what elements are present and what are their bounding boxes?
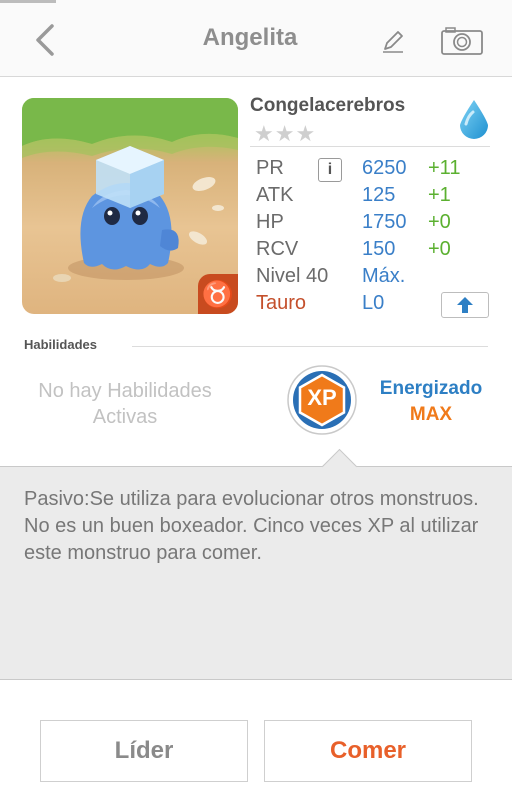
level-up-button[interactable]	[441, 292, 489, 318]
stat-label-hp: HP	[256, 211, 284, 233]
stat-bonus-atk: +1	[428, 184, 451, 206]
status-strip	[0, 0, 56, 3]
stat-label-atk: ATK	[256, 184, 294, 206]
zodiac-level: L0	[362, 292, 385, 314]
stat-value-hp: 1750	[362, 211, 407, 233]
zodiac-name: Tauro	[256, 292, 307, 314]
level-label: Nivel 40	[256, 265, 329, 287]
rarity-stars: ★★★	[254, 121, 317, 146]
skills-section-label: Habilidades	[24, 337, 97, 352]
awakening-level: MAX	[409, 404, 453, 425]
leader-button[interactable]: Líder	[40, 720, 248, 782]
skills-divider	[132, 346, 488, 347]
awakening-name: Energizado	[379, 378, 483, 399]
monster-name: Congelacerebros	[250, 95, 406, 116]
stat-value-rcv: 150	[362, 238, 396, 260]
camera-icon	[441, 27, 483, 55]
stat-value-pr: 6250	[362, 157, 407, 179]
stat-bonus-hp: +0	[428, 211, 451, 233]
edit-name-button[interactable]	[380, 28, 406, 54]
no-active-skills-text: No hay Habilidades Activas	[38, 380, 212, 428]
screenshot-button[interactable]	[440, 26, 484, 56]
stats-divider	[250, 146, 490, 147]
pencil-icon	[383, 31, 403, 53]
monster-portrait[interactable]: ♉	[22, 98, 238, 314]
level-value: Máx.	[362, 265, 406, 287]
stat-bonus-pr: +11	[428, 157, 461, 179]
stat-label-rcv: RCV	[256, 238, 299, 260]
zodiac-badge: ♉	[198, 274, 238, 314]
awakening-badge[interactable]: XP	[286, 364, 358, 436]
stat-label-pr: PR	[256, 157, 284, 179]
water-drop-icon	[456, 98, 492, 140]
info-button[interactable]: i	[318, 158, 342, 182]
arrow-up-icon	[457, 297, 473, 313]
stat-value-atk: 125	[362, 184, 396, 206]
skill-description: Pasivo:Se utiliza para evolucionar otros…	[24, 488, 479, 564]
xp-badge-text: XP	[307, 385, 337, 410]
stat-bonus-rcv: +0	[428, 238, 451, 260]
page-title: Angelita	[202, 24, 298, 51]
eat-button[interactable]: Comer	[264, 720, 472, 782]
